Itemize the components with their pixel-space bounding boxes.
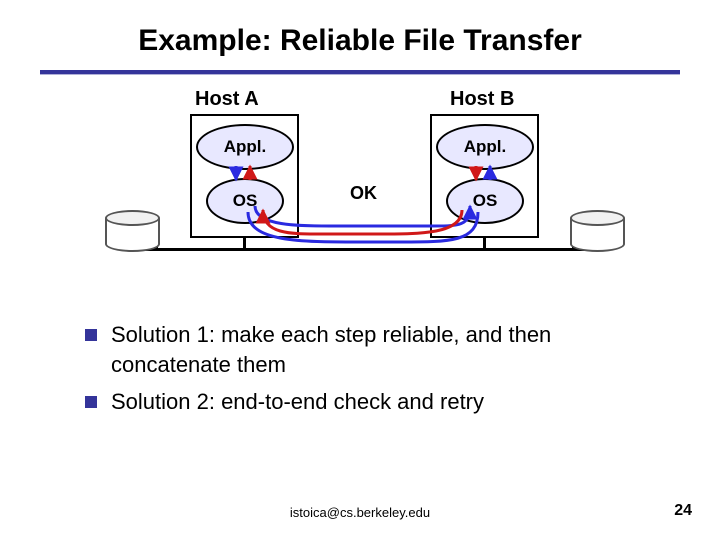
bullet-text: Solution 2: end-to-end check and retry bbox=[111, 387, 660, 417]
disk-b-icon bbox=[570, 210, 625, 250]
host-b-box: Appl. OS bbox=[430, 114, 539, 238]
ok-label: OK bbox=[350, 183, 377, 204]
page-number: 24 bbox=[674, 502, 692, 520]
host-a-label: Host A bbox=[195, 88, 259, 111]
host-b-appl: Appl. bbox=[436, 124, 534, 170]
network-link bbox=[145, 248, 585, 251]
bullet-icon bbox=[85, 396, 97, 408]
bullet-text: Solution 1: make each step reliable, and… bbox=[111, 320, 660, 379]
host-a-box: Appl. OS bbox=[190, 114, 299, 238]
host-b-os: OS bbox=[446, 178, 524, 224]
diagram: Host A Host B Appl. OS Appl. OS OK bbox=[0, 88, 720, 298]
host-a-os: OS bbox=[206, 178, 284, 224]
slide: Example: Reliable File Transfer Host A H… bbox=[0, 0, 720, 540]
bullet-item: Solution 1: make each step reliable, and… bbox=[85, 320, 660, 379]
disk-a-icon bbox=[105, 210, 160, 250]
host-a-appl: Appl. bbox=[196, 124, 294, 170]
bullet-list: Solution 1: make each step reliable, and… bbox=[85, 320, 660, 425]
slide-title: Example: Reliable File Transfer bbox=[0, 24, 720, 58]
title-rule-shadow bbox=[40, 74, 680, 75]
host-b-label: Host B bbox=[450, 88, 514, 111]
bullet-icon bbox=[85, 329, 97, 341]
footer-text: istoica@cs.berkeley.edu bbox=[0, 505, 720, 520]
bullet-item: Solution 2: end-to-end check and retry bbox=[85, 387, 660, 417]
